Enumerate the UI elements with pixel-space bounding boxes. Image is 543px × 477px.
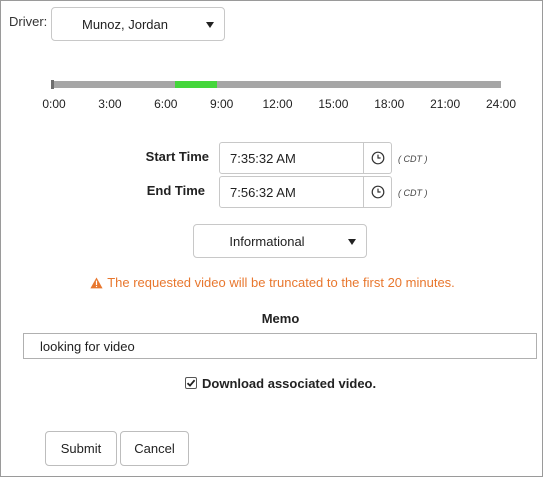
- start-time-label: Start Time: [145, 149, 209, 164]
- chevron-down-icon: [348, 239, 356, 245]
- end-time-timezone: ( CDT ): [398, 188, 428, 198]
- timeline-selected-range[interactable]: [175, 81, 217, 88]
- start-time-picker-button[interactable]: [364, 142, 392, 174]
- clock-icon: [371, 151, 384, 165]
- memo-input[interactable]: [23, 333, 537, 359]
- timeline-tick-label: 18:00: [374, 97, 405, 111]
- download-video-label[interactable]: Download associated video.: [202, 376, 376, 391]
- end-time-label: End Time: [146, 183, 205, 198]
- warning-text: The requested video will be truncated to…: [107, 275, 455, 290]
- truncation-warning: The requested video will be truncated to…: [1, 275, 543, 290]
- timeline-tick-label: 6:00: [154, 97, 178, 111]
- driver-select[interactable]: Munoz, Jordan: [51, 7, 225, 41]
- clock-icon: [371, 185, 384, 199]
- checkmark-icon: [186, 379, 196, 387]
- memo-label: Memo: [261, 311, 300, 326]
- start-time-timezone: ( CDT ): [398, 154, 428, 164]
- timeline-tick-label: 9:00: [209, 97, 234, 111]
- start-time-input[interactable]: [219, 142, 364, 174]
- category-select-value: Informational: [229, 233, 305, 249]
- submit-button[interactable]: Submit: [45, 431, 117, 466]
- timeline-tick-label: 24:00: [485, 97, 517, 111]
- driver-label: Driver:: [9, 14, 48, 29]
- end-time-input[interactable]: [219, 176, 364, 208]
- timeline-track[interactable]: [51, 80, 501, 89]
- driver-select-value: Munoz, Jordan: [82, 16, 168, 32]
- timeline-tick-label: 0:00: [42, 97, 66, 111]
- dialog-panel: Driver: Munoz, Jordan 0:00 3:00 6:00 9:00 12…: [0, 0, 543, 477]
- chevron-down-icon: [206, 22, 214, 28]
- end-time-picker-button[interactable]: [364, 176, 392, 208]
- cancel-button[interactable]: Cancel: [120, 431, 189, 466]
- warning-icon: [90, 277, 103, 289]
- timeline-tick-label: 21:00: [430, 97, 461, 111]
- timeline-tick-label: 15:00: [318, 97, 349, 111]
- timeline-tick-label: 3:00: [98, 97, 122, 111]
- download-video-checkbox[interactable]: [185, 377, 197, 389]
- timeline-tick-label: 12:00: [262, 97, 293, 111]
- category-select[interactable]: Informational: [193, 224, 367, 258]
